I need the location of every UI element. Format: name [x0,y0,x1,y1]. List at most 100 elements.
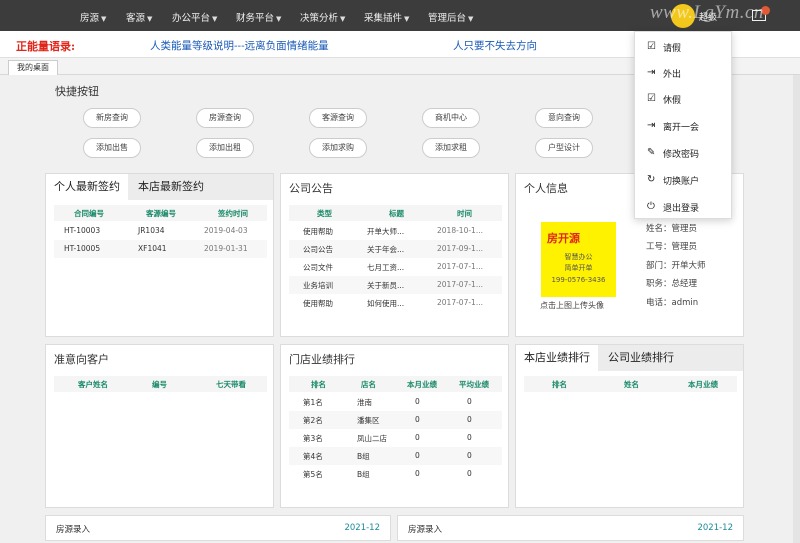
nav-item-house[interactable]: 房源 ▼ [80,10,106,24]
cell: HT-10005 [64,244,101,253]
menu-item-label: 外出 [663,70,682,80]
nav-item-client[interactable]: 客源 ▼ [126,10,152,24]
motto-text-1: 人类能量等级说明---远离负面情绪能量 [150,40,329,52]
cell: HT-10003 [64,226,101,235]
tab-shop-performance[interactable]: 本店业绩排行 [516,345,598,371]
col-header: 排名 [552,380,567,389]
table-row[interactable]: 公司公告 关于年会... 2017-09-1... [289,240,502,258]
avatar-upload-image[interactable]: 房开源 智慧办公 简单开单 199-0576-3436 [541,222,616,297]
cell: 开单大师... [367,227,405,236]
menu-item-label: 切换账户 [663,177,700,187]
cell: 0 [467,415,472,424]
nav-item-admin[interactable]: 管理后台 ▼ [428,10,473,24]
cell: 凤山二店 [357,434,387,443]
image-line: 智慧办公 [564,253,593,261]
cell: 如何使用... [367,299,405,308]
cell: 0 [467,451,472,460]
user-dropdown-menu: ☑ 请假 ⇥ 外出 ☑ 休假 ⇥ 离开一会 ✎ 修改密码 ↻ 切换账户 ⏻ 退出… [634,31,732,219]
col-header: 合同编号 [74,209,104,218]
cell: 2017-07-1... [437,262,483,271]
tab-home[interactable]: 我的桌面 [8,60,58,75]
table-row[interactable]: 第4名 B组 0 0 [289,447,502,465]
table-row[interactable]: HT-10005 XF1041 2019-01-31 [54,240,267,258]
menu-item-away[interactable]: ⇥ 离开一会 [635,114,733,140]
quick-button-floorplan[interactable]: 户型设计 [535,138,593,158]
table-row[interactable]: 第5名 B组 0 0 [289,465,502,483]
table-row[interactable]: 公司文件 七月工资... 2017-07-1... [289,258,502,276]
quick-button-add-lease[interactable]: 添加求租 [422,138,480,158]
cell: 第4名 [303,452,323,461]
quick-button-intent[interactable]: 意向查询 [535,108,593,128]
col-header: 客源编号 [146,209,176,218]
notice-panel: 公司公告 类型 标题 时间 使用帮助 开单大师... 2018-10-1... … [280,173,509,337]
cell: 潘集区 [357,416,380,425]
col-header: 时间 [457,209,472,218]
quick-button-add-sale[interactable]: 添加出售 [83,138,141,158]
col-header: 店名 [361,380,376,389]
nav-item-analysis[interactable]: 决策分析 ▼ [300,10,345,24]
menu-item-change-password[interactable]: ✎ 修改密码 [635,141,733,167]
col-header: 类型 [317,209,332,218]
menu-item-logout[interactable]: ⏻ 退出登录 [635,195,733,221]
refresh-icon: ↻ [647,174,656,185]
table-row[interactable]: 使用帮助 开单大师... 2018-10-1... [289,222,502,240]
list-item-date: 2021-12 [344,523,380,533]
cell: 0 [415,469,420,478]
tab-company-performance[interactable]: 公司业绩排行 [600,345,682,371]
image-line: 199-0576-3436 [551,276,606,284]
info-name: 姓名：管理员 [646,224,698,234]
table-row[interactable]: 第2名 潘集区 0 0 [289,411,502,429]
avatar-upload-caption[interactable]: 点击上图上传头像 [540,300,604,311]
menu-item-vacation[interactable]: ☑ 休假 [635,87,733,113]
col-header: 签约时间 [218,209,248,218]
cell: 0 [415,451,420,460]
info-id: 工号：管理员 [646,242,698,252]
table-row[interactable]: 第1名 淮南 0 0 [289,393,502,411]
nav-item-office[interactable]: 办公平台 ▼ [172,10,217,24]
table-row[interactable]: HT-10003 JR1034 2019-04-03 [54,222,267,240]
menu-item-label: 休假 [663,96,682,106]
cell: B组 [357,470,370,479]
watermark: www.LgYm.cn [650,2,764,23]
menu-item-out[interactable]: ⇥ 外出 [635,61,733,87]
cell: 公司文件 [303,263,333,272]
table-row[interactable]: 业务培训 关于新员... 2017-07-1... [289,276,502,294]
quick-button-client-query[interactable]: 客源查询 [309,108,367,128]
cell: XF1041 [138,244,167,253]
motto-label: 正能量语录: [16,40,76,53]
list-item-label: 房源录入 [408,525,443,535]
cell: 0 [415,415,420,424]
chevron-down-icon: ▼ [276,15,282,23]
prospect-panel: 准意向客户 客户姓名 编号 七天带看 [45,344,274,508]
cell: 关于新员... [367,281,405,290]
list-item[interactable]: 房源录入 2021-12 [397,515,744,541]
nav-item-finance[interactable]: 财务平台 ▼ [236,10,281,24]
quick-button-business[interactable]: 商机中心 [422,108,480,128]
table-row[interactable]: 使用帮助 如何使用... 2017-07-1... [289,294,502,312]
nav-item-plugin[interactable]: 采集插件 ▼ [364,10,409,24]
quick-button-new-house[interactable]: 新房查询 [83,108,141,128]
col-header: 客户姓名 [78,380,108,389]
quick-button-add-rent[interactable]: 添加出租 [196,138,254,158]
menu-item-label: 请假 [663,44,682,54]
tab-personal-sign[interactable]: 个人最新签约 [46,174,128,200]
chevron-down-icon: ▼ [101,15,107,23]
scrollbar[interactable] [793,75,800,543]
col-header: 七天带看 [216,380,246,389]
tab-shop-sign[interactable]: 本店最新签约 [130,174,212,200]
panel-title: 个人信息 [524,182,568,195]
pencil-icon: ✎ [647,147,656,158]
quick-button-house-query[interactable]: 房源查询 [196,108,254,128]
list-item[interactable]: 房源录入 2021-12 [45,515,391,541]
panel-title: 门店业绩排行 [289,353,355,366]
chevron-down-icon: ▼ [404,15,410,23]
quick-buttons-title: 快捷按钮 [55,85,99,98]
cell: 0 [467,433,472,442]
out-icon: ⇥ [647,67,656,78]
menu-item-leave[interactable]: ☑ 请假 [635,35,733,61]
quick-button-add-buy[interactable]: 添加求购 [309,138,367,158]
cell: 七月工资... [367,263,405,272]
table-row[interactable]: 第3名 凤山二店 0 0 [289,429,502,447]
menu-item-switch-account[interactable]: ↻ 切换账户 [635,168,733,194]
col-header: 姓名 [624,380,639,389]
